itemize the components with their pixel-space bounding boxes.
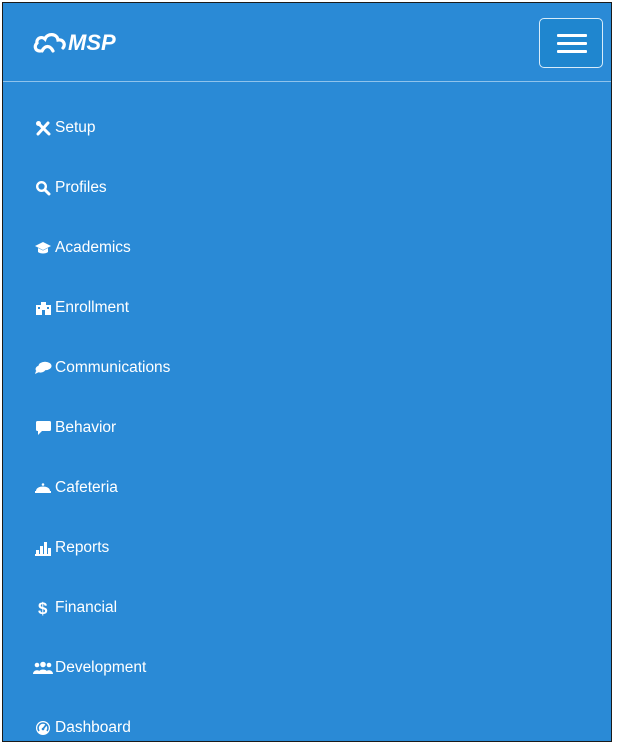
sidebar-item-setup[interactable]: Setup <box>33 114 96 142</box>
sidebar-item-label: Profiles <box>55 179 107 196</box>
brand-logo[interactable]: MSP <box>33 30 116 56</box>
svg-text:$: $ <box>38 599 48 617</box>
sidebar-item-label: Cafeteria <box>55 479 118 496</box>
sidebar-item-cafeteria[interactable]: Cafeteria <box>33 474 118 502</box>
sidebar-item-label: Dashboard <box>55 719 131 736</box>
sidebar-item-reports[interactable]: Reports <box>33 534 109 562</box>
sidebar-item-label: Academics <box>55 239 131 256</box>
dish-cover-icon <box>33 479 53 497</box>
sidebar-item-behavior[interactable]: Behavior <box>33 414 116 442</box>
sidebar-item-dashboard[interactable]: Dashboard <box>33 714 131 741</box>
users-icon <box>33 659 53 677</box>
sidebar-item-communications[interactable]: Communications <box>33 354 170 382</box>
top-bar: MSP <box>3 3 611 82</box>
logo-text: MSP <box>68 30 116 55</box>
sidebar-item-financial[interactable]: $ Financial <box>33 594 117 622</box>
sidebar-item-label: Financial <box>55 599 118 616</box>
dollar-icon: $ <box>33 599 53 617</box>
sidebar-item-label: Behavior <box>55 419 117 436</box>
sidebar-item-label: Enrollment <box>55 299 130 316</box>
sidebar-item-enrollment[interactable]: Enrollment <box>33 294 129 322</box>
sidebar-item-label: Setup <box>55 119 96 136</box>
sidebar-item-academics[interactable]: Academics <box>33 234 131 262</box>
menu-toggle-button[interactable] <box>539 18 603 68</box>
sidebar-item-development[interactable]: Development <box>33 654 146 682</box>
dashboard-icon <box>33 719 53 737</box>
chat-bubbles-icon <box>33 359 53 377</box>
sidebar-item-label: Reports <box>55 539 110 556</box>
bar-chart-icon <box>33 539 53 557</box>
comment-icon <box>33 419 53 437</box>
building-icon <box>33 299 53 317</box>
cloud-logo-icon <box>33 33 66 53</box>
sidebar-item-label: Communications <box>55 359 171 376</box>
search-icon <box>33 179 53 197</box>
sidebar-item-profiles[interactable]: Profiles <box>33 174 107 202</box>
sidebar-item-label: Development <box>55 659 147 676</box>
sidebar-panel: MSP Setup Profiles Academics Enrollment … <box>2 2 612 742</box>
graduation-cap-icon <box>33 239 53 257</box>
tools-icon <box>33 119 53 137</box>
